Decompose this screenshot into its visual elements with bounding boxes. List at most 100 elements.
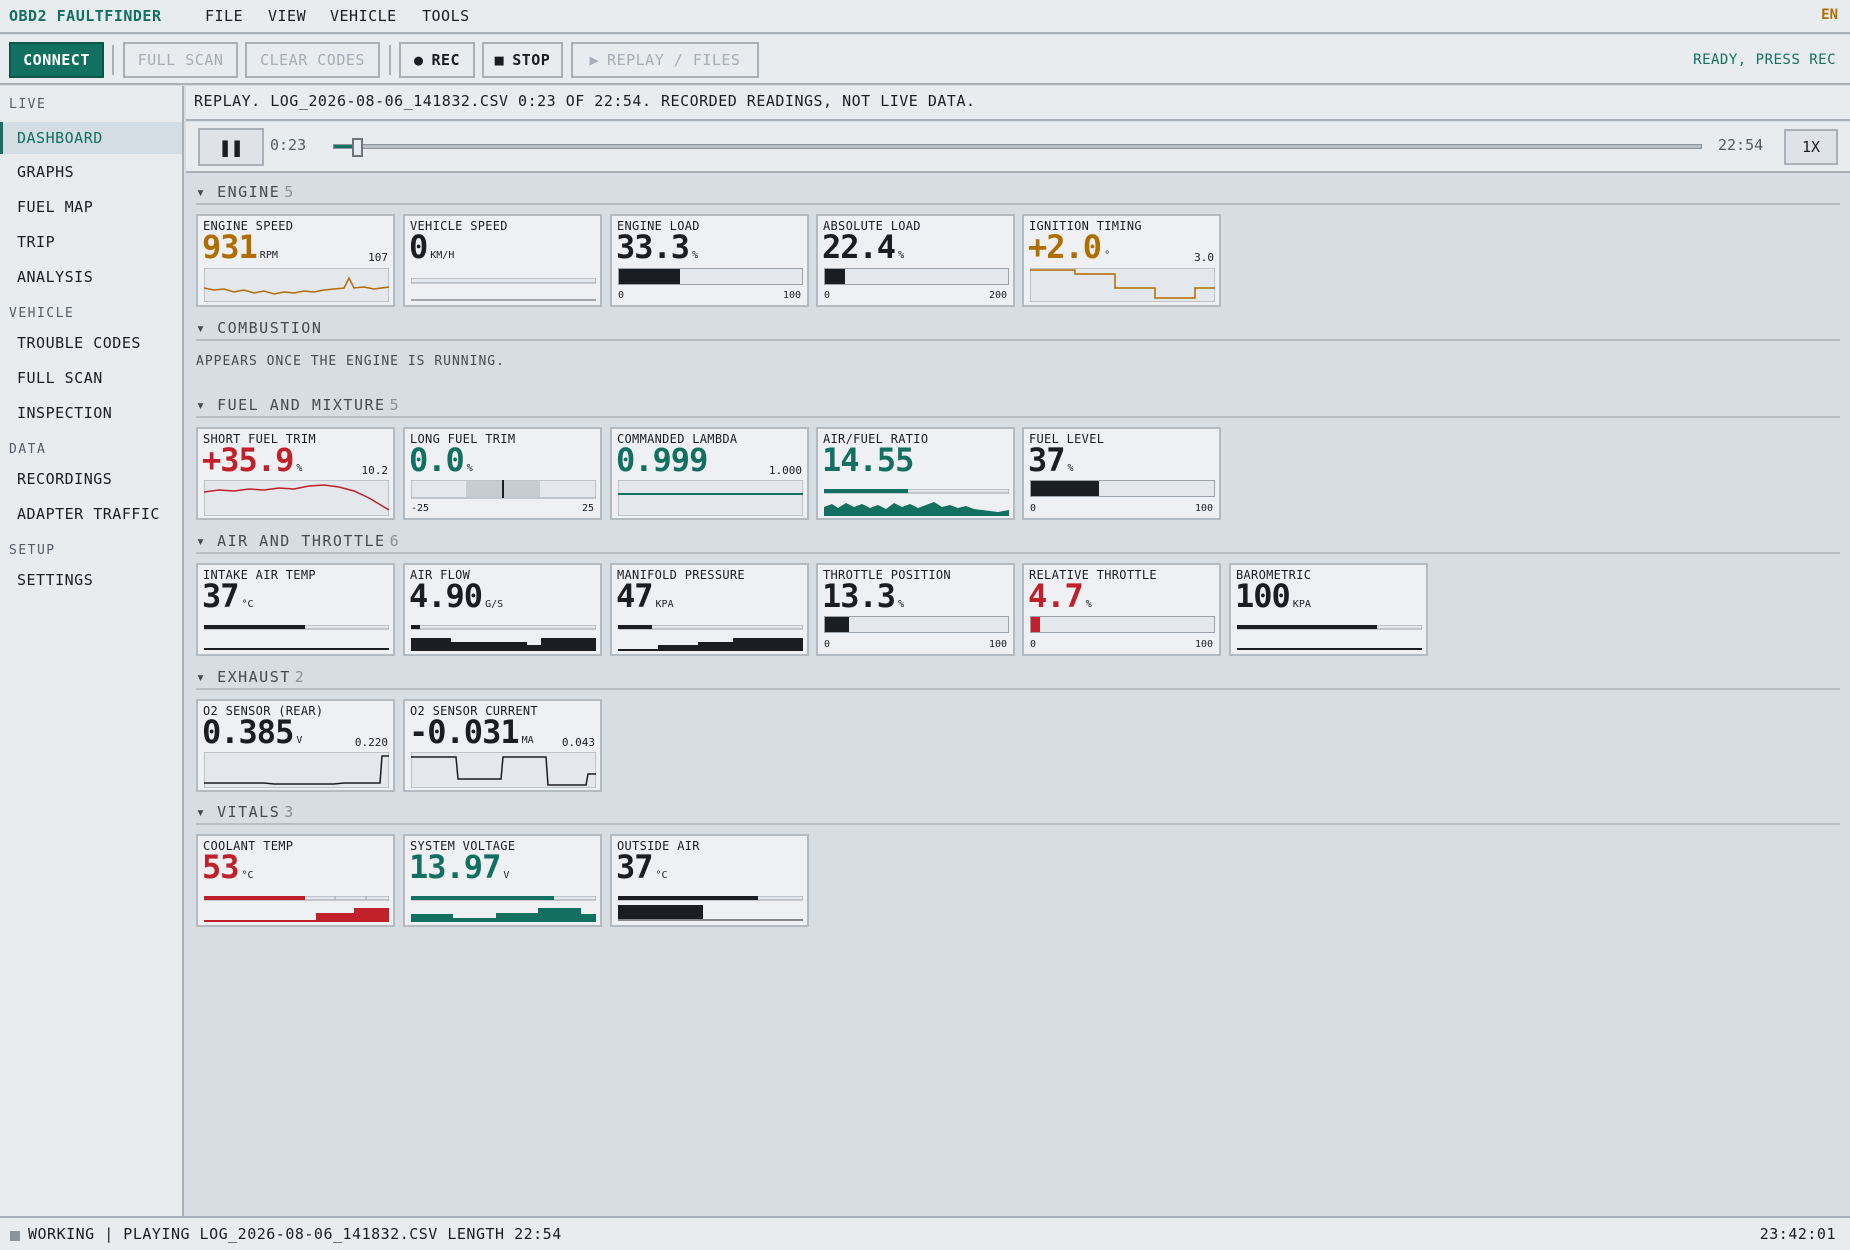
clock: 23:42:01 (1759, 1225, 1836, 1243)
throttle-position-gauge (824, 616, 1009, 633)
card-engine-speed[interactable]: ENGINE SPEED 931 RPM 107 (196, 214, 395, 307)
card-barometric[interactable]: BAROMETRIC 100 KPA (1229, 563, 1428, 656)
long-fuel-trim-gauge (411, 480, 596, 499)
manifold-pressure-value: 47 (616, 577, 654, 615)
menu-tools[interactable]: TOOLS (422, 7, 470, 25)
card-throttle-position[interactable]: THROTTLE POSITION 13.3% 0 100 (816, 563, 1015, 656)
group-header-engine[interactable]: ▾ ENGINE 5 (196, 183, 1840, 205)
card-engine-load[interactable]: ENGINE LOAD 33.3% 0 100 (610, 214, 809, 307)
group-header-air-throttle[interactable]: ▾ AIR AND THROTTLE 6 (196, 532, 1840, 554)
pause-button[interactable]: ❚❚ (198, 128, 264, 166)
system-voltage-trend (411, 896, 596, 922)
sidebar-item-full-scan[interactable]: FULL SCAN (0, 362, 182, 394)
sidebar-item-trip[interactable]: TRIP (0, 226, 182, 258)
connect-button[interactable]: CONNECT (9, 42, 104, 78)
card-outside-air[interactable]: OUTSIDE AIR 37 °C (610, 834, 809, 927)
sidebar-item-recordings[interactable]: RECORDINGS (0, 463, 182, 495)
fuel-level-gauge (1030, 480, 1215, 497)
seek-handle[interactable] (352, 138, 364, 157)
card-air-fuel-ratio[interactable]: AIR/FUEL RATIO 14.55 (816, 427, 1015, 520)
card-vehicle-speed[interactable]: VEHICLE SPEED 0 KM/H (403, 214, 602, 307)
card-relative-throttle[interactable]: RELATIVE THROTTLE 4.7% 0 100 (1022, 563, 1221, 656)
outside-air-trend (618, 896, 803, 921)
clear-codes-button[interactable]: CLEAR CODES (245, 42, 380, 78)
replay-player: ❚❚ 0:23 22:54 1X (186, 122, 1850, 173)
short-fuel-trim-value: +35.9 (202, 441, 294, 479)
coolant-temp-value: 53 (202, 848, 240, 886)
card-coolant-temp[interactable]: COOLANT TEMP 53 °C (196, 834, 395, 927)
sidebar-item-graphs[interactable]: GRAPHS (0, 156, 182, 188)
language-toggle[interactable]: EN (1821, 7, 1838, 23)
commanded-lambda-trend (618, 480, 803, 516)
card-ignition-timing[interactable]: IGNITION TIMING +2.0 ° 3.0 (1022, 214, 1221, 307)
fuel-level-value: 37 (1028, 441, 1066, 479)
barometric-value: 100 (1235, 577, 1291, 615)
group-header-exhaust[interactable]: ▾ EXHAUST 2 (196, 668, 1840, 690)
ignition-timing-value: +2.0 (1028, 228, 1102, 266)
group-header-fuel-mixture[interactable]: ▾ FUEL AND MIXTURE 5 (196, 396, 1840, 418)
card-o2-sensor-rear[interactable]: O2 SENSOR (REAR) 0.385 V 0.220 (196, 699, 395, 792)
absolute-load-value: 22.4 (822, 228, 896, 266)
play-icon: ▶ (589, 51, 600, 69)
sidebar: LIVE DASHBOARD GRAPHS FUEL MAP TRIP ANAL… (0, 86, 184, 1216)
o2-sensor-rear-value: 0.385 (202, 713, 294, 751)
system-voltage-value: 13.97 (409, 848, 501, 886)
sidebar-item-trouble-codes[interactable]: TROUBLE CODES (0, 327, 182, 359)
group-header-combustion[interactable]: ▾ COMBUSTION (196, 319, 1840, 341)
full-scan-button[interactable]: FULL SCAN (123, 42, 238, 78)
replay-files-button[interactable]: ▶ REPLAY / FILES (571, 42, 759, 78)
long-fuel-trim-value: 0.0 (409, 441, 465, 479)
o2-sensor-current-value: -0.031 (409, 713, 520, 751)
outside-air-value: 37 (616, 848, 654, 886)
seek-slider[interactable] (333, 138, 1702, 157)
o2-sensor-rear-trend (204, 752, 389, 788)
menu-view[interactable]: VIEW (268, 7, 306, 25)
stop-button[interactable]: ■ STOP (482, 42, 563, 78)
recorder-status: READY, PRESS REC (1693, 52, 1836, 68)
card-fuel-level[interactable]: FUEL LEVEL 37% 0 100 (1022, 427, 1221, 520)
air-fuel-ratio-trend (824, 489, 1009, 516)
combustion-placeholder: APPEARS ONCE THE ENGINE IS RUNNING. (196, 354, 505, 369)
card-absolute-load[interactable]: ABSOLUTE LOAD 22.4% 0 200 (816, 214, 1015, 307)
stop-square-icon: ■ (494, 51, 505, 69)
total-time: 22:54 (1718, 136, 1764, 154)
sidebar-item-dashboard[interactable]: DASHBOARD (0, 122, 182, 154)
sidebar-item-settings[interactable]: SETTINGS (0, 564, 182, 596)
commanded-lambda-value: 0.999 (616, 441, 708, 479)
air-flow-trend (411, 625, 596, 651)
sidebar-item-fuel-map[interactable]: FUEL MAP (0, 191, 182, 223)
card-o2-sensor-current[interactable]: O2 SENSOR CURRENT -0.031 MA 0.043 (403, 699, 602, 792)
engine-load-value: 33.3 (616, 228, 690, 266)
sidebar-item-analysis[interactable]: ANALYSIS (0, 261, 182, 293)
card-air-flow[interactable]: AIR FLOW 4.90 G/S (403, 563, 602, 656)
manifold-pressure-trend (618, 625, 803, 651)
group-header-vitals[interactable]: ▾ VITALS 3 (196, 803, 1840, 825)
sidebar-section-setup: SETUP (9, 543, 56, 558)
status-bar: WORKING | PLAYING LOG_2026-08-06_141832.… (0, 1216, 1850, 1250)
status-text: WORKING | PLAYING LOG_2026-08-06_141832.… (28, 1225, 562, 1243)
playback-speed-button[interactable]: 1X (1784, 129, 1838, 165)
card-system-voltage[interactable]: SYSTEM VOLTAGE 13.97 V (403, 834, 602, 927)
record-button[interactable]: ● REC (399, 42, 475, 78)
menu-vehicle[interactable]: VEHICLE (330, 7, 397, 25)
vehicle-speed-bar (411, 278, 596, 301)
record-dot-icon: ● (413, 51, 424, 69)
air-fuel-ratio-value: 14.55 (822, 441, 914, 479)
sidebar-item-inspection[interactable]: INSPECTION (0, 397, 182, 429)
air-flow-value: 4.90 (409, 577, 483, 615)
sidebar-item-adapter-traffic[interactable]: ADAPTER TRAFFIC (0, 498, 182, 530)
sidebar-section-live: LIVE (9, 97, 47, 112)
card-short-fuel-trim[interactable]: SHORT FUEL TRIM +35.9% 10.2 (196, 427, 395, 520)
menu-bar: OBD2 FAULTFINDER FILE VIEW VEHICLE TOOLS… (0, 0, 1850, 34)
card-commanded-lambda[interactable]: COMMANDED LAMBDA 0.999 1.000 (610, 427, 809, 520)
engine-speed-trend (204, 268, 389, 302)
barometric-bar (1237, 625, 1422, 650)
menu-file[interactable]: FILE (205, 7, 243, 25)
toolbar: CONNECT FULL SCAN CLEAR CODES ● REC ■ STOP… (0, 35, 1850, 85)
sidebar-section-data: DATA (9, 442, 47, 457)
card-long-fuel-trim[interactable]: LONG FUEL TRIM 0.0% -25 25 (403, 427, 602, 520)
card-manifold-pressure[interactable]: MANIFOLD PRESSURE 47 KPA (610, 563, 809, 656)
card-intake-air-temp[interactable]: INTAKE AIR TEMP 37 °C (196, 563, 395, 656)
relative-throttle-value: 4.7 (1028, 577, 1084, 615)
elapsed-time: 0:23 (270, 136, 307, 154)
